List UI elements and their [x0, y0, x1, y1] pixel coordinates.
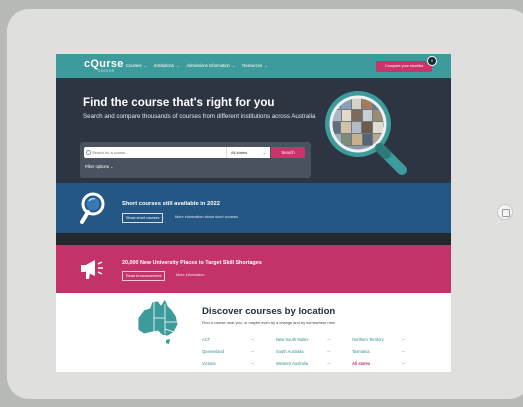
nav-item-label: Institutions	[153, 63, 174, 68]
megaphone-icon	[81, 260, 103, 279]
chevron-down-icon: ⌄	[143, 63, 147, 68]
chevron-down-icon: ⌄	[175, 63, 180, 68]
arrow-right-icon: →	[401, 336, 406, 341]
arrow-right-icon: →	[250, 348, 255, 353]
arrow-right-icon: →	[326, 336, 331, 341]
announcement-info-link[interactable]: More information	[176, 271, 205, 279]
location-link-all-states[interactable]: All states	[352, 361, 370, 366]
short-courses-title: Short courses still available in 2022	[122, 201, 220, 207]
announcement-title: 20,000 New University Places to Target S…	[122, 260, 262, 266]
state-select[interactable]: All states ⌄	[226, 147, 270, 158]
shortlist-count-badge: 0	[427, 56, 437, 66]
section-divider	[56, 233, 451, 245]
nav-item-label: Courses	[126, 63, 142, 68]
nav-links: Courses ⌄ Institutions ⌄ Admissions Inform…	[126, 63, 268, 68]
arrow-right-icon: →	[326, 348, 331, 353]
arrow-right-icon: →	[250, 336, 255, 341]
magnifying-glass-illustration	[325, 91, 407, 175]
hero-title: Find the course that's right for you	[83, 96, 275, 109]
chevron-down-icon: ⌄	[110, 164, 114, 169]
arrow-right-icon: →	[401, 348, 406, 353]
discover-by-location-section: Discover courses by location Find a cour…	[56, 293, 451, 372]
arrow-right-icon: →	[326, 360, 331, 365]
search-icon	[80, 192, 105, 224]
arrow-right-icon: →	[250, 360, 255, 365]
show-short-courses-button[interactable]: Show short courses	[122, 213, 164, 223]
location-link-vic[interactable]: Victoria	[202, 361, 216, 366]
site-logo-subtitle: SEEKER	[98, 69, 115, 73]
hero-subtitle: Search and compare thousands of courses …	[83, 113, 316, 120]
location-link-tas[interactable]: Tasmania	[352, 349, 370, 354]
search-panel: All states ⌄ Search Filter options ⌄	[80, 142, 311, 178]
state-select-value: All states	[231, 150, 248, 155]
tablet-home-button[interactable]	[497, 204, 513, 220]
discover-subtitle: Find a course near you, or maybe even tr…	[202, 320, 336, 325]
website-screen: cQurse SEEKER Courses ⌄ Institutions ⌄ Adm…	[56, 54, 451, 372]
location-link-wa[interactable]: Western Australia	[276, 361, 308, 366]
nav-item-resources[interactable]: Resources ⌄	[242, 63, 267, 68]
chevron-down-icon: ⌄	[231, 63, 236, 68]
location-link-qld[interactable]: Queensland	[202, 349, 224, 354]
nav-item-label: Admissions Information	[186, 63, 230, 68]
discover-title: Discover courses by location	[202, 306, 336, 317]
nav-item-label: Resources	[242, 63, 263, 68]
nav-item-admissions[interactable]: Admissions Information ⌄	[186, 63, 235, 68]
course-search-input[interactable]	[84, 147, 226, 158]
short-courses-banner: Short courses still available in 2022 Sh…	[56, 183, 451, 233]
australia-map[interactable]	[134, 296, 184, 350]
location-link-act[interactable]: ACT	[202, 337, 210, 342]
location-link-nsw[interactable]: New South Wales	[276, 337, 308, 342]
location-link-sa[interactable]: South Australia	[276, 349, 304, 354]
hero-section: Find the course that's right for you Sea…	[56, 78, 451, 183]
location-link-nt[interactable]: Northern Territory	[352, 337, 384, 342]
arrow-right-icon: →	[401, 360, 406, 365]
nav-item-institutions[interactable]: Institutions ⌄	[154, 63, 179, 68]
chevron-down-icon: ⌄	[262, 150, 266, 155]
short-courses-info-link[interactable]: More information about short courses	[175, 213, 238, 221]
filter-options-label: Filter options	[85, 164, 109, 169]
search-icon	[86, 150, 91, 155]
compare-shortlist-button[interactable]: Compare your shortlist	[376, 61, 432, 72]
chevron-down-icon: ⌄	[264, 63, 268, 68]
search-button[interactable]: Search	[271, 147, 305, 158]
read-announcement-button[interactable]: Read Announcement	[122, 271, 166, 281]
filter-options-toggle[interactable]: Filter options ⌄	[85, 164, 114, 169]
top-navbar: cQurse SEEKER Courses ⌄ Institutions ⌄ Adm…	[56, 54, 451, 78]
announcement-banner: 20,000 New University Places to Target S…	[56, 245, 451, 293]
nav-item-courses[interactable]: Courses ⌄	[126, 63, 147, 68]
